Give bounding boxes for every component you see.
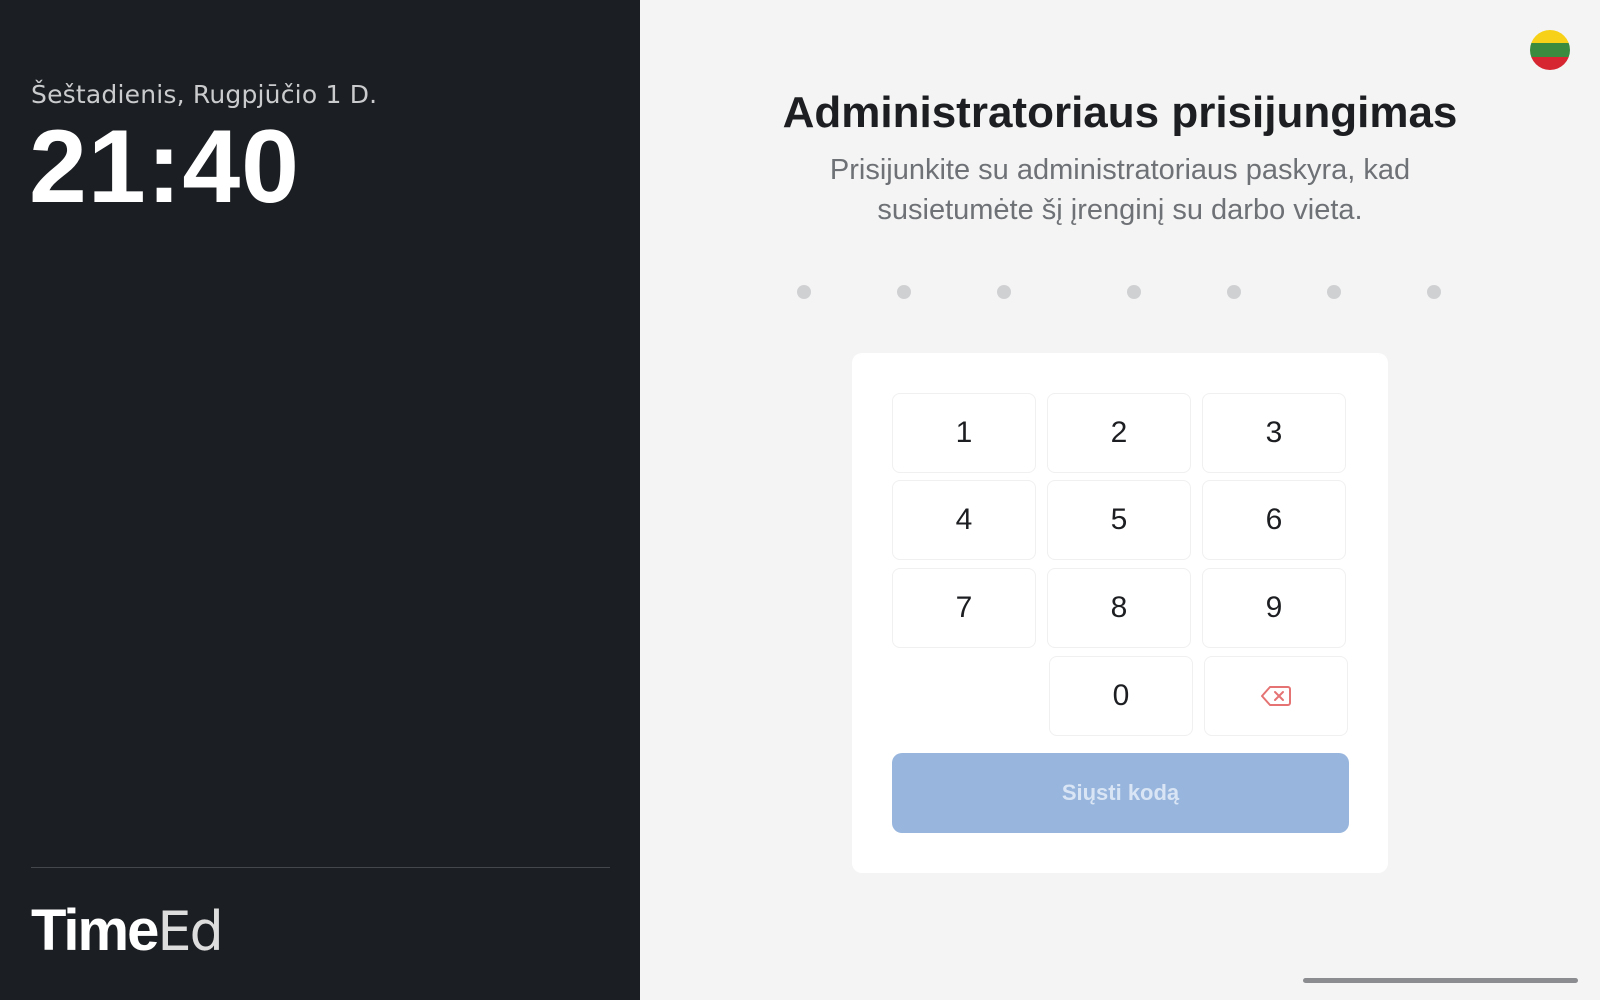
code-dot xyxy=(1427,285,1441,299)
logo-text-bold: Time xyxy=(31,898,159,963)
key-6[interactable]: 6 xyxy=(1202,480,1346,560)
code-dot xyxy=(797,285,811,299)
code-dot xyxy=(897,285,911,299)
keypad: 1 2 3 4 5 6 7 8 9 0 Siųsti kodą xyxy=(852,353,1388,873)
code-dot xyxy=(997,285,1011,299)
send-code-button[interactable]: Siųsti kodą xyxy=(892,753,1349,833)
backspace-button[interactable] xyxy=(1204,656,1348,736)
code-dot xyxy=(1227,285,1241,299)
sidebar-panel: Šeštadienis, Rugpjūčio 1 D. 21:40 TimeEd xyxy=(0,0,640,1000)
backspace-icon xyxy=(1261,686,1291,706)
key-0[interactable]: 0 xyxy=(1049,656,1193,736)
current-time: 21:40 xyxy=(29,109,300,225)
page-title: Administratoriaus prisijungimas xyxy=(782,88,1458,137)
code-dot xyxy=(1327,285,1341,299)
key-9[interactable]: 9 xyxy=(1202,568,1346,648)
code-indicator xyxy=(640,285,1600,299)
key-8[interactable]: 8 xyxy=(1047,568,1191,648)
key-2[interactable]: 2 xyxy=(1047,393,1191,473)
key-4[interactable]: 4 xyxy=(892,480,1036,560)
lithuania-flag-icon[interactable] xyxy=(1530,30,1570,70)
key-7[interactable]: 7 xyxy=(892,568,1036,648)
logo-text-thin: Ed xyxy=(157,900,223,963)
main-panel: Administratoriaus prisijungimas Prisijun… xyxy=(640,0,1600,1000)
home-indicator xyxy=(1303,978,1578,983)
divider xyxy=(31,867,610,868)
current-date: Šeštadienis, Rugpjūčio 1 D. xyxy=(31,80,378,109)
app-logo: TimeEd xyxy=(31,897,224,964)
page-subtitle: Prisijunkite su administratoriaus paskyr… xyxy=(829,154,1411,226)
key-5[interactable]: 5 xyxy=(1047,480,1191,560)
code-dot xyxy=(1127,285,1141,299)
key-3[interactable]: 3 xyxy=(1202,393,1346,473)
key-1[interactable]: 1 xyxy=(892,393,1036,473)
